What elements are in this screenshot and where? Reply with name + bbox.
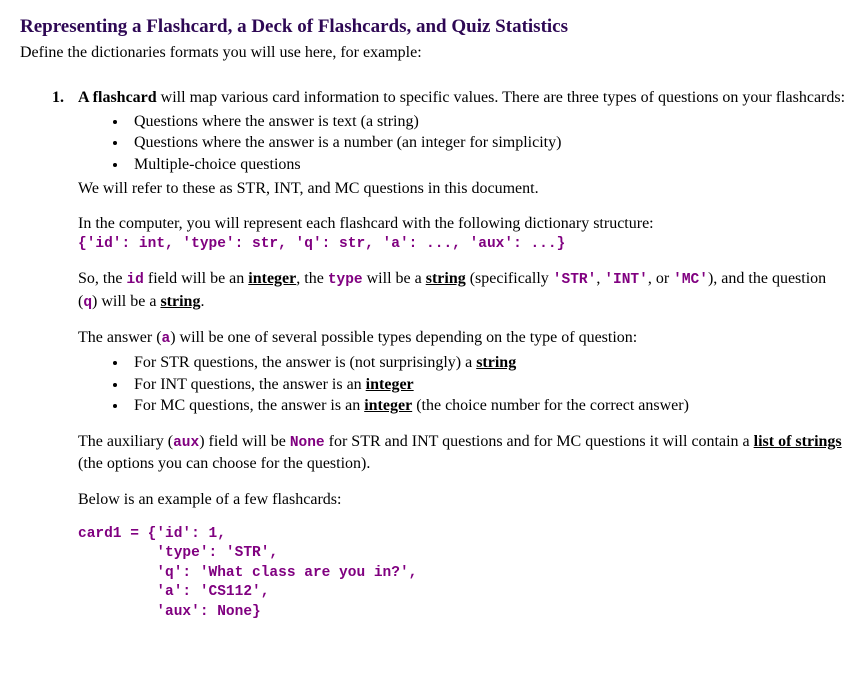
- string-word-2: string: [160, 293, 200, 310]
- text: for STR and INT questions and for MC que…: [325, 433, 754, 450]
- string-word: string: [476, 354, 516, 371]
- dict-structure-code: {'id': int, 'type': str, 'q': str, 'a': …: [78, 235, 847, 255]
- list-item: For MC questions, the answer is an integ…: [128, 395, 847, 417]
- aux-paragraph: The auxiliary (aux) field will be None f…: [78, 431, 847, 475]
- list-item: Questions where the answer is text (a st…: [128, 111, 847, 133]
- after-bullets-text: We will refer to these as STR, INT, and …: [78, 178, 847, 200]
- type-field: type: [328, 272, 363, 288]
- text: will be a: [363, 270, 426, 287]
- text: .: [200, 293, 204, 310]
- text: The answer (: [78, 329, 162, 346]
- integer-word: integer: [248, 270, 296, 287]
- id-field: id: [126, 272, 143, 288]
- answer-paragraph: The answer (a) will be one of several po…: [78, 327, 847, 350]
- integer-word: integer: [364, 397, 412, 414]
- string-word: string: [426, 270, 466, 287]
- a-field: a: [162, 331, 171, 347]
- text: So, the: [78, 270, 126, 287]
- item-body: A flashcard will map various card inform…: [78, 87, 847, 622]
- none-literal: None: [290, 435, 325, 451]
- text: For MC questions, the answer is an: [134, 397, 364, 414]
- list-item: For INT questions, the answer is an inte…: [128, 374, 847, 396]
- q-field: q: [83, 295, 92, 311]
- text: ) will be one of several possible types …: [170, 329, 637, 346]
- dict-intro-text: In the computer, you will represent each…: [78, 213, 847, 235]
- text: For INT questions, the answer is an: [134, 376, 366, 393]
- lead-paragraph: A flashcard will map various card inform…: [78, 87, 847, 109]
- page-title: Representing a Flashcard, a Deck of Flas…: [20, 14, 847, 40]
- text: (the options you can choose for the ques…: [78, 455, 370, 472]
- str-literal: 'STR': [553, 272, 597, 288]
- list-item: Questions where the answer is a number (…: [128, 132, 847, 154]
- question-types-list: Questions where the answer is text (a st…: [128, 111, 847, 176]
- text: (the choice number for the correct answe…: [412, 397, 689, 414]
- list-item-1: 1. A flashcard will map various card inf…: [52, 87, 847, 622]
- int-literal: 'INT': [604, 272, 648, 288]
- text: (specifically: [466, 270, 553, 287]
- text: ) field will be: [199, 433, 290, 450]
- card1-code-example: card1 = {'id': 1, 'type': 'STR', 'q': 'W…: [78, 525, 847, 623]
- text: , or: [648, 270, 673, 287]
- text: The auxiliary (: [78, 433, 173, 450]
- list-item: Multiple-choice questions: [128, 154, 847, 176]
- text: For STR questions, the answer is (not su…: [134, 354, 476, 371]
- item-number: 1.: [52, 87, 78, 622]
- lead-rest: will map various card information to spe…: [157, 89, 845, 106]
- mc-literal: 'MC': [673, 272, 708, 288]
- text: field will be an: [144, 270, 248, 287]
- integer-word: integer: [366, 376, 414, 393]
- list-item: For STR questions, the answer is (not su…: [128, 352, 847, 374]
- page-subtitle: Define the dictionaries formats you will…: [20, 42, 847, 64]
- aux-field: aux: [173, 435, 199, 451]
- text: , the: [296, 270, 328, 287]
- lead-bold: A flashcard: [78, 89, 157, 106]
- id-type-paragraph: So, the id field will be an integer, the…: [78, 268, 847, 313]
- list-of-strings: list of strings: [754, 433, 842, 450]
- example-intro: Below is an example of a few flashcards:: [78, 489, 847, 511]
- answer-types-list: For STR questions, the answer is (not su…: [128, 352, 847, 417]
- text: ) will be a: [92, 293, 160, 310]
